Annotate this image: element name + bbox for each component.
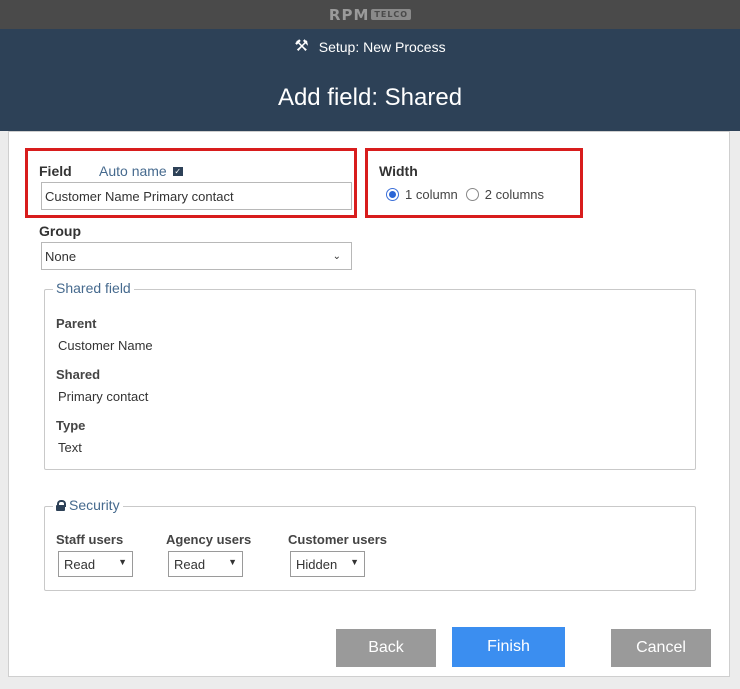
width-options: 1 column 2 columns: [386, 187, 552, 202]
agency-users-select[interactable]: Read ▼: [168, 551, 243, 577]
width-label: Width: [379, 163, 418, 179]
back-button[interactable]: Back: [336, 629, 436, 667]
group-select-value: None: [45, 249, 77, 264]
group-select[interactable]: None ⌄: [41, 242, 352, 270]
auto-name-toggle[interactable]: Auto name ✓: [99, 163, 183, 179]
brand-logo: RPM TELCO: [328, 5, 412, 24]
parent-label: Parent: [56, 316, 97, 331]
page-header: ⚒ Setup: New Process Add field: Shared: [0, 29, 740, 131]
customer-users-label: Customer users: [288, 532, 387, 547]
field-name-input[interactable]: Customer Name Primary contact: [41, 182, 352, 210]
tools-icon: ⚒: [294, 38, 309, 55]
shared-field-fieldset: Shared field Parent Customer Name Shared…: [44, 280, 696, 470]
auto-name-label: Auto name: [99, 163, 167, 179]
brand-name: RPM: [328, 5, 370, 24]
shared-field-legend: Shared field: [53, 280, 134, 296]
brand-bar: RPM TELCO: [0, 0, 740, 29]
shared-label: Shared: [56, 367, 101, 382]
page-title: Add field: Shared: [277, 84, 463, 111]
brand-tag: TELCO: [371, 9, 412, 20]
dropdown-arrow-icon: ▼: [118, 557, 127, 567]
staff-users-select[interactable]: Read ▼: [58, 551, 133, 577]
type-value: Text: [58, 440, 82, 455]
customer-users-select[interactable]: Hidden ▼: [290, 551, 365, 577]
staff-users-label: Staff users: [56, 532, 124, 547]
shared-value: Primary contact: [58, 389, 149, 404]
radio-1-column[interactable]: [386, 188, 399, 201]
dropdown-arrow-icon: ▼: [350, 557, 359, 567]
type-label: Type: [56, 418, 86, 433]
checkbox-checked-icon[interactable]: ✓: [172, 166, 183, 176]
breadcrumb-label: Setup: New Process: [318, 39, 446, 55]
lock-icon: [56, 500, 66, 511]
breadcrumb[interactable]: ⚒ Setup: New Process: [0, 37, 740, 57]
radio-2-columns[interactable]: [465, 188, 479, 201]
form-panel: Field Auto name ✓ Customer Name Primary …: [8, 131, 730, 677]
radio-1-column-label[interactable]: 1 column: [405, 187, 458, 202]
security-fieldset: Security Staff users Read ▼ Agency users…: [44, 497, 696, 591]
group-label: Group: [39, 223, 81, 239]
agency-users-value: Read: [174, 557, 206, 572]
security-legend-text: Security: [69, 497, 120, 513]
shared-field-legend-text: Shared field: [56, 280, 131, 296]
customer-users-value: Hidden: [296, 557, 338, 572]
security-legend: Security: [53, 497, 123, 513]
parent-value: Customer Name: [58, 338, 153, 353]
field-label: Field: [39, 163, 72, 179]
staff-users-value: Read: [64, 557, 96, 572]
dropdown-arrow-icon: ▼: [228, 557, 237, 567]
radio-2-columns-label[interactable]: 2 columns: [485, 187, 544, 202]
cancel-button[interactable]: Cancel: [611, 629, 711, 667]
finish-button[interactable]: Finish: [452, 627, 565, 667]
chevron-down-icon: ⌄: [332, 251, 341, 262]
width-highlight-box: [365, 148, 583, 218]
agency-users-label: Agency users: [166, 532, 252, 547]
